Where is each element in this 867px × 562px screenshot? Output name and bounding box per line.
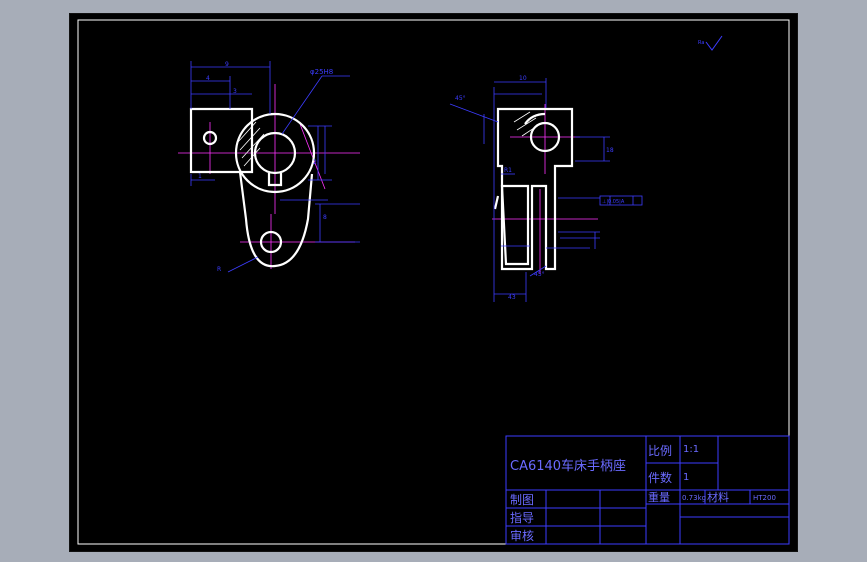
dim-text: 2 xyxy=(313,159,317,166)
drawn-by-label: 制图 xyxy=(510,493,534,507)
inner-frame xyxy=(77,19,790,545)
dim-text: 45° xyxy=(455,95,466,102)
weight-label: 重量 xyxy=(648,490,670,504)
title-block: CA6140车床手柄座 比例 1:1 件数 1 重量 0.73kg 材料 HT2… xyxy=(505,435,790,545)
scale-value: 1:1 xyxy=(683,444,699,455)
designer-label: 指导 xyxy=(510,510,534,525)
drawing-title: CA6140车床手柄座 xyxy=(510,458,626,474)
part-outline-side xyxy=(493,107,574,271)
front-view: 9 4 3 2 8 1 R φ25H8 xyxy=(178,61,360,273)
roughness-label: Ra xyxy=(698,40,704,46)
material-value: HT200 xyxy=(753,494,776,502)
part-outline-front xyxy=(189,107,316,268)
dim-text: R xyxy=(217,266,221,273)
material-label: 材料 xyxy=(707,490,729,504)
dim-text: 9 xyxy=(225,61,229,68)
surface-roughness-symbol: Ra xyxy=(698,35,723,51)
dim-text: 10 xyxy=(519,75,527,82)
dim-text: 8 xyxy=(323,214,327,221)
dim-text: 4 xyxy=(206,75,210,82)
dim-text: 45° xyxy=(534,271,545,278)
dim-text: 1 xyxy=(198,173,202,180)
dim-text: 3 xyxy=(233,88,237,95)
bore-diameter-label: φ25H8 xyxy=(310,68,333,76)
dim-text: R1 xyxy=(504,167,512,174)
weight-value: 0.73kg xyxy=(682,494,706,502)
scale-label: 比例 xyxy=(648,444,672,458)
side-view: 10 45° 18 43 45° R1 ⊥|0.05|A xyxy=(449,75,643,302)
dimension-lines-front xyxy=(190,61,360,273)
quantity-value: 1 xyxy=(683,472,689,483)
cad-drawing-canvas: 9 4 3 2 8 1 R φ25H8 10 45° 18 43 45° R1 … xyxy=(77,19,790,545)
tolerance-frame-text: ⊥|0.05|A xyxy=(602,199,625,205)
dim-text: 18 xyxy=(606,147,614,154)
dim-text: 43 xyxy=(508,294,516,301)
quantity-label: 件数 xyxy=(648,470,672,485)
drawing-sheet: 9 4 3 2 8 1 R φ25H8 10 45° 18 43 45° R1 … xyxy=(69,13,798,552)
reviewer-label: 审核 xyxy=(510,528,534,543)
